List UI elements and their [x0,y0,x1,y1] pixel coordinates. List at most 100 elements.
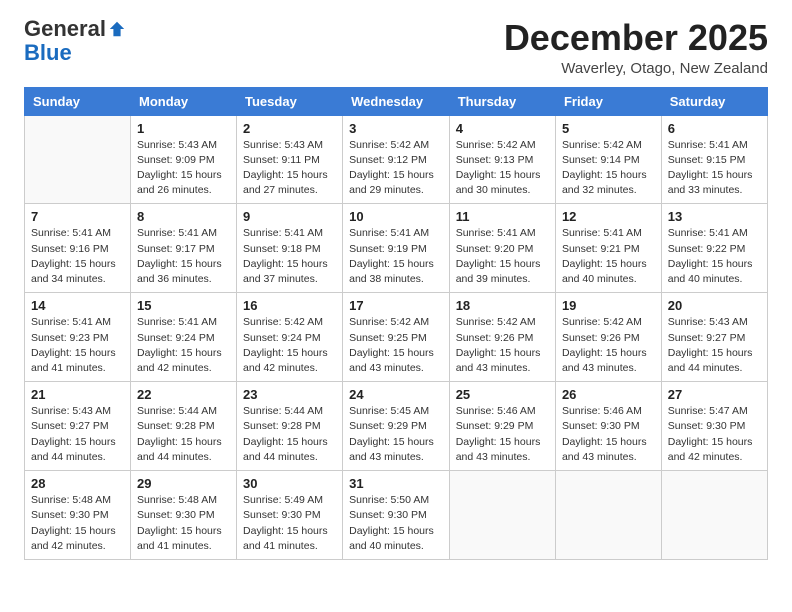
calendar-cell: 19 Sunrise: 5:42 AM Sunset: 9:26 PM Dayli… [555,293,661,382]
day-number: 9 [243,209,336,224]
calendar-cell: 21Sunrise: 5:43 AM Sunset: 9:27 PM Dayli… [25,382,131,471]
calendar-cell: 15 Sunrise: 5:41 AM Sunset: 9:24 PM Dayli… [130,293,236,382]
calendar-cell: 7 Sunrise: 5:41 AM Sunset: 9:16 PM Daylig… [25,204,131,293]
day-info: Sunrise: 5:41 AM Sunset: 9:23 PM Dayligh… [31,315,124,376]
header-row: SundayMondayTuesdayWednesdayThursdayFrid… [25,87,768,115]
calendar-week-4: 21Sunrise: 5:43 AM Sunset: 9:27 PM Dayli… [25,382,768,471]
calendar-cell: 26 Sunrise: 5:46 AM Sunset: 9:30 PM Dayli… [555,382,661,471]
day-info: Sunrise: 5:46 AM Sunset: 9:29 PM Dayligh… [456,404,549,465]
day-info: Sunrise: 5:42 AM Sunset: 9:12 PM Dayligh… [349,138,443,199]
day-info: Sunrise: 5:41 AM Sunset: 9:24 PM Dayligh… [137,315,230,376]
col-header-wednesday: Wednesday [343,87,450,115]
day-info: Sunrise: 5:47 AM Sunset: 9:30 PM Dayligh… [668,404,761,465]
logo-general-text: General [24,18,106,40]
calendar-cell: 30 Sunrise: 5:49 AM Sunset: 9:30 PM Dayli… [237,471,343,560]
calendar-week-2: 7 Sunrise: 5:41 AM Sunset: 9:16 PM Daylig… [25,204,768,293]
day-number: 13 [668,209,761,224]
col-header-friday: Friday [555,87,661,115]
calendar-cell: 18 Sunrise: 5:42 AM Sunset: 9:26 PM Dayli… [449,293,555,382]
day-info: Sunrise: 5:42 AM Sunset: 9:26 PM Dayligh… [562,315,655,376]
calendar-week-3: 14 Sunrise: 5:41 AM Sunset: 9:23 PM Dayli… [25,293,768,382]
day-info: Sunrise: 5:42 AM Sunset: 9:26 PM Dayligh… [456,315,549,376]
calendar-week-5: 28 Sunrise: 5:48 AM Sunset: 9:30 PM Dayli… [25,471,768,560]
logo-icon [108,20,126,38]
calendar-cell: 3 Sunrise: 5:42 AM Sunset: 9:12 PM Daylig… [343,115,450,204]
day-info: Sunrise: 5:42 AM Sunset: 9:25 PM Dayligh… [349,315,443,376]
calendar-cell: 11Sunrise: 5:41 AM Sunset: 9:20 PM Dayli… [449,204,555,293]
calendar-cell: 29Sunrise: 5:48 AM Sunset: 9:30 PM Dayli… [130,471,236,560]
day-info: Sunrise: 5:43 AM Sunset: 9:11 PM Dayligh… [243,138,336,199]
day-info: Sunrise: 5:41 AM Sunset: 9:22 PM Dayligh… [668,226,761,287]
day-number: 27 [668,387,761,402]
day-number: 5 [562,121,655,136]
day-info: Sunrise: 5:41 AM Sunset: 9:18 PM Dayligh… [243,226,336,287]
day-number: 12 [562,209,655,224]
calendar-cell: 25 Sunrise: 5:46 AM Sunset: 9:29 PM Dayli… [449,382,555,471]
day-info: Sunrise: 5:43 AM Sunset: 9:27 PM Dayligh… [668,315,761,376]
day-number: 19 [562,298,655,313]
calendar-cell: 2 Sunrise: 5:43 AM Sunset: 9:11 PM Daylig… [237,115,343,204]
day-info: Sunrise: 5:42 AM Sunset: 9:14 PM Dayligh… [562,138,655,199]
day-number: 25 [456,387,549,402]
day-number: 10 [349,209,443,224]
calendar-cell: 28 Sunrise: 5:48 AM Sunset: 9:30 PM Dayli… [25,471,131,560]
day-number: 4 [456,121,549,136]
calendar-cell: 13 Sunrise: 5:41 AM Sunset: 9:22 PM Dayli… [661,204,767,293]
day-number: 30 [243,476,336,491]
day-number: 14 [31,298,124,313]
calendar-cell [555,471,661,560]
day-number: 28 [31,476,124,491]
calendar-cell: 10 Sunrise: 5:41 AM Sunset: 9:19 PM Dayli… [343,204,450,293]
day-number: 8 [137,209,230,224]
day-info: Sunrise: 5:41 AM Sunset: 9:19 PM Dayligh… [349,226,443,287]
calendar-cell: 22Sunrise: 5:44 AM Sunset: 9:28 PM Dayli… [130,382,236,471]
calendar-cell: 5 Sunrise: 5:42 AM Sunset: 9:14 PM Daylig… [555,115,661,204]
day-info: Sunrise: 5:50 AM Sunset: 9:30 PM Dayligh… [349,493,443,554]
calendar-cell: 1 Sunrise: 5:43 AM Sunset: 9:09 PM Daylig… [130,115,236,204]
col-header-sunday: Sunday [25,87,131,115]
calendar-cell: 20 Sunrise: 5:43 AM Sunset: 9:27 PM Dayli… [661,293,767,382]
day-info: Sunrise: 5:49 AM Sunset: 9:30 PM Dayligh… [243,493,336,554]
logo-blue-text: Blue [24,40,72,65]
day-number: 26 [562,387,655,402]
day-info: Sunrise: 5:43 AM Sunset: 9:09 PM Dayligh… [137,138,230,199]
calendar-cell: 24Sunrise: 5:45 AM Sunset: 9:29 PM Dayli… [343,382,450,471]
day-info: Sunrise: 5:44 AM Sunset: 9:28 PM Dayligh… [137,404,230,465]
day-info: Sunrise: 5:48 AM Sunset: 9:30 PM Dayligh… [31,493,124,554]
day-info: Sunrise: 5:41 AM Sunset: 9:21 PM Dayligh… [562,226,655,287]
calendar-cell: 4Sunrise: 5:42 AM Sunset: 9:13 PM Daylig… [449,115,555,204]
day-number: 7 [31,209,124,224]
day-number: 16 [243,298,336,313]
header: General Blue December 2025 Waverley, Ota… [24,18,768,77]
col-header-thursday: Thursday [449,87,555,115]
calendar-cell [25,115,131,204]
month-title: December 2025 [504,18,768,58]
day-number: 18 [456,298,549,313]
calendar-cell: 27 Sunrise: 5:47 AM Sunset: 9:30 PM Dayli… [661,382,767,471]
day-info: Sunrise: 5:46 AM Sunset: 9:30 PM Dayligh… [562,404,655,465]
day-number: 15 [137,298,230,313]
calendar-cell [449,471,555,560]
day-number: 6 [668,121,761,136]
col-header-tuesday: Tuesday [237,87,343,115]
day-number: 1 [137,121,230,136]
col-header-saturday: Saturday [661,87,767,115]
day-number: 31 [349,476,443,491]
calendar-cell: 16 Sunrise: 5:42 AM Sunset: 9:24 PM Dayli… [237,293,343,382]
day-number: 20 [668,298,761,313]
calendar-cell: 12 Sunrise: 5:41 AM Sunset: 9:21 PM Dayli… [555,204,661,293]
day-number: 3 [349,121,443,136]
day-number: 24 [349,387,443,402]
calendar-cell [661,471,767,560]
calendar-cell: 6Sunrise: 5:41 AM Sunset: 9:15 PM Daylig… [661,115,767,204]
calendar-cell: 14 Sunrise: 5:41 AM Sunset: 9:23 PM Dayli… [25,293,131,382]
day-number: 2 [243,121,336,136]
day-info: Sunrise: 5:44 AM Sunset: 9:28 PM Dayligh… [243,404,336,465]
day-number: 11 [456,209,549,224]
calendar-cell: 9 Sunrise: 5:41 AM Sunset: 9:18 PM Daylig… [237,204,343,293]
day-info: Sunrise: 5:41 AM Sunset: 9:16 PM Dayligh… [31,226,124,287]
calendar-table: SundayMondayTuesdayWednesdayThursdayFrid… [24,87,768,560]
day-info: Sunrise: 5:42 AM Sunset: 9:24 PM Dayligh… [243,315,336,376]
day-info: Sunrise: 5:48 AM Sunset: 9:30 PM Dayligh… [137,493,230,554]
location-title: Waverley, Otago, New Zealand [504,60,768,77]
